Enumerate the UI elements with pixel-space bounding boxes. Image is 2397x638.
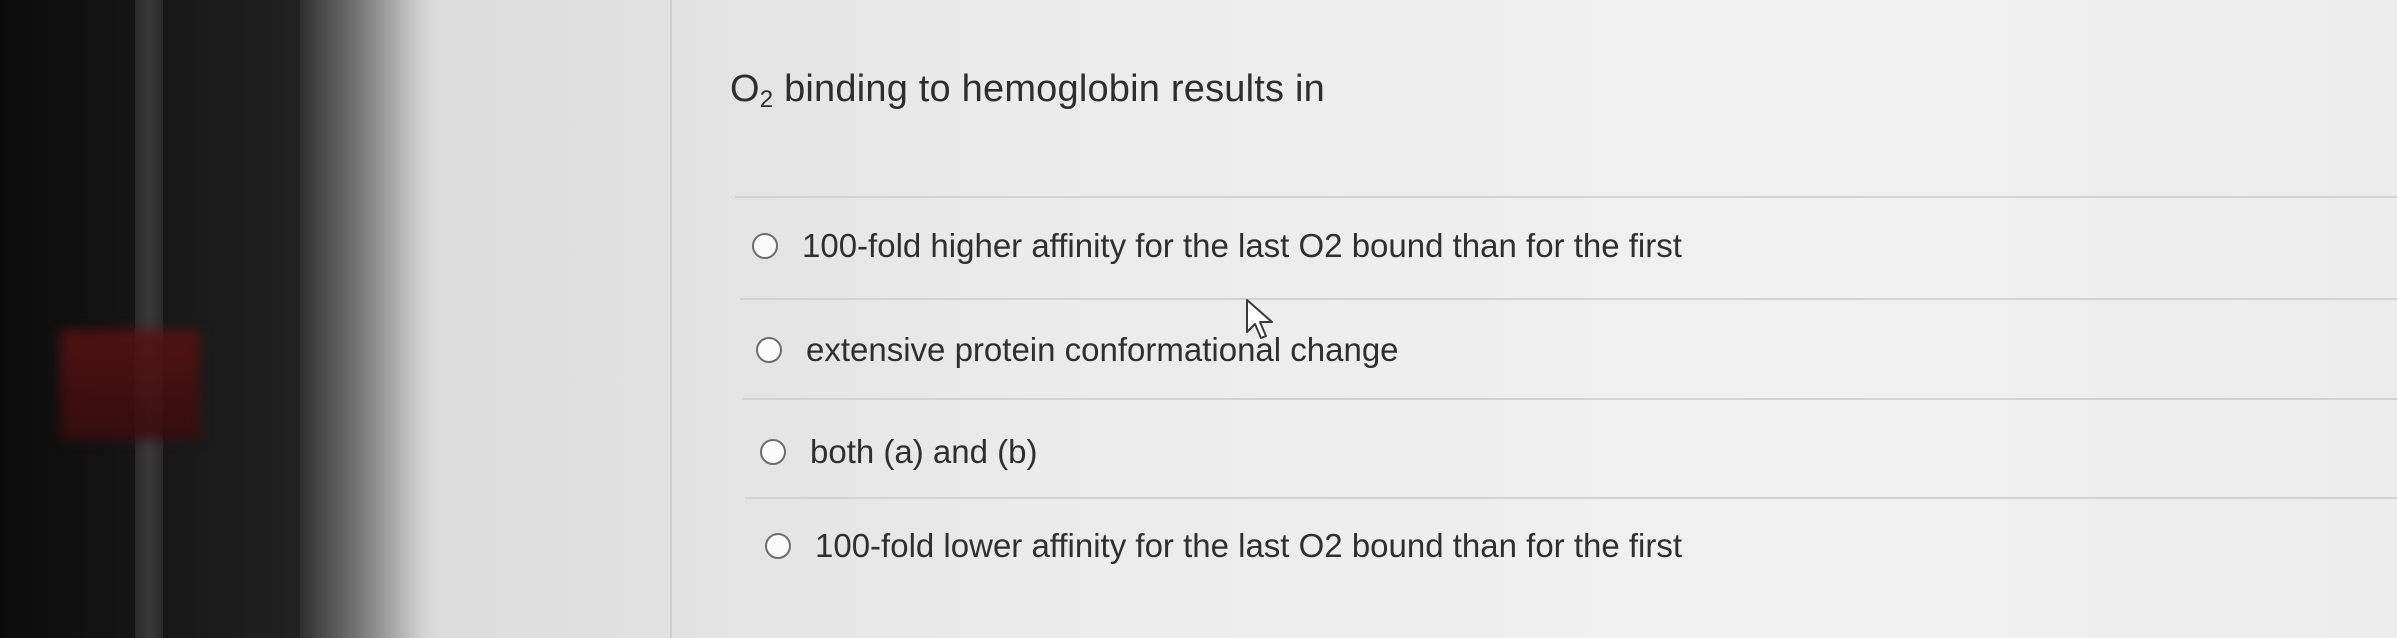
question-prefix: O: [730, 68, 760, 110]
divider-line: [745, 497, 2397, 499]
answer-option-label: both (a) and (b): [810, 433, 1038, 470]
question-body: binding to hemoglobin results in: [773, 68, 1325, 110]
radio-circle-icon[interactable]: [752, 233, 778, 259]
answer-option-4[interactable]: 100-fold lower affinity for the last O2 …: [765, 527, 1682, 565]
answer-option-label: 100-fold lower affinity for the last O2 …: [815, 527, 1683, 564]
answer-option-3[interactable]: both (a) and (b): [760, 433, 1037, 471]
question-text: O2 binding to hemoglobin results in: [730, 68, 1325, 114]
screen-photo: O2 binding to hemoglobin results in 100-…: [0, 0, 2397, 638]
panel-left-divider: [670, 0, 672, 638]
bezel-highlight: [135, 0, 163, 638]
divider-line: [735, 196, 2397, 198]
divider-line: [742, 398, 2397, 400]
arrow-cursor-icon: [1246, 299, 1273, 339]
question-subscript: 2: [759, 86, 774, 113]
answer-option-1[interactable]: 100-fold higher affinity for the last O2…: [752, 227, 1682, 265]
answer-option-label: 100-fold higher affinity for the last O2…: [802, 227, 1682, 264]
radio-circle-icon[interactable]: [765, 533, 791, 559]
screen-edge: [300, 0, 450, 638]
answer-option-2[interactable]: extensive protein conformational change: [756, 331, 1399, 369]
answer-option-label: extensive protein conformational change: [806, 331, 1399, 368]
background-red-object: [60, 330, 200, 440]
divider-line: [740, 298, 2397, 300]
radio-circle-icon[interactable]: [756, 337, 782, 363]
radio-circle-icon[interactable]: [760, 439, 786, 465]
